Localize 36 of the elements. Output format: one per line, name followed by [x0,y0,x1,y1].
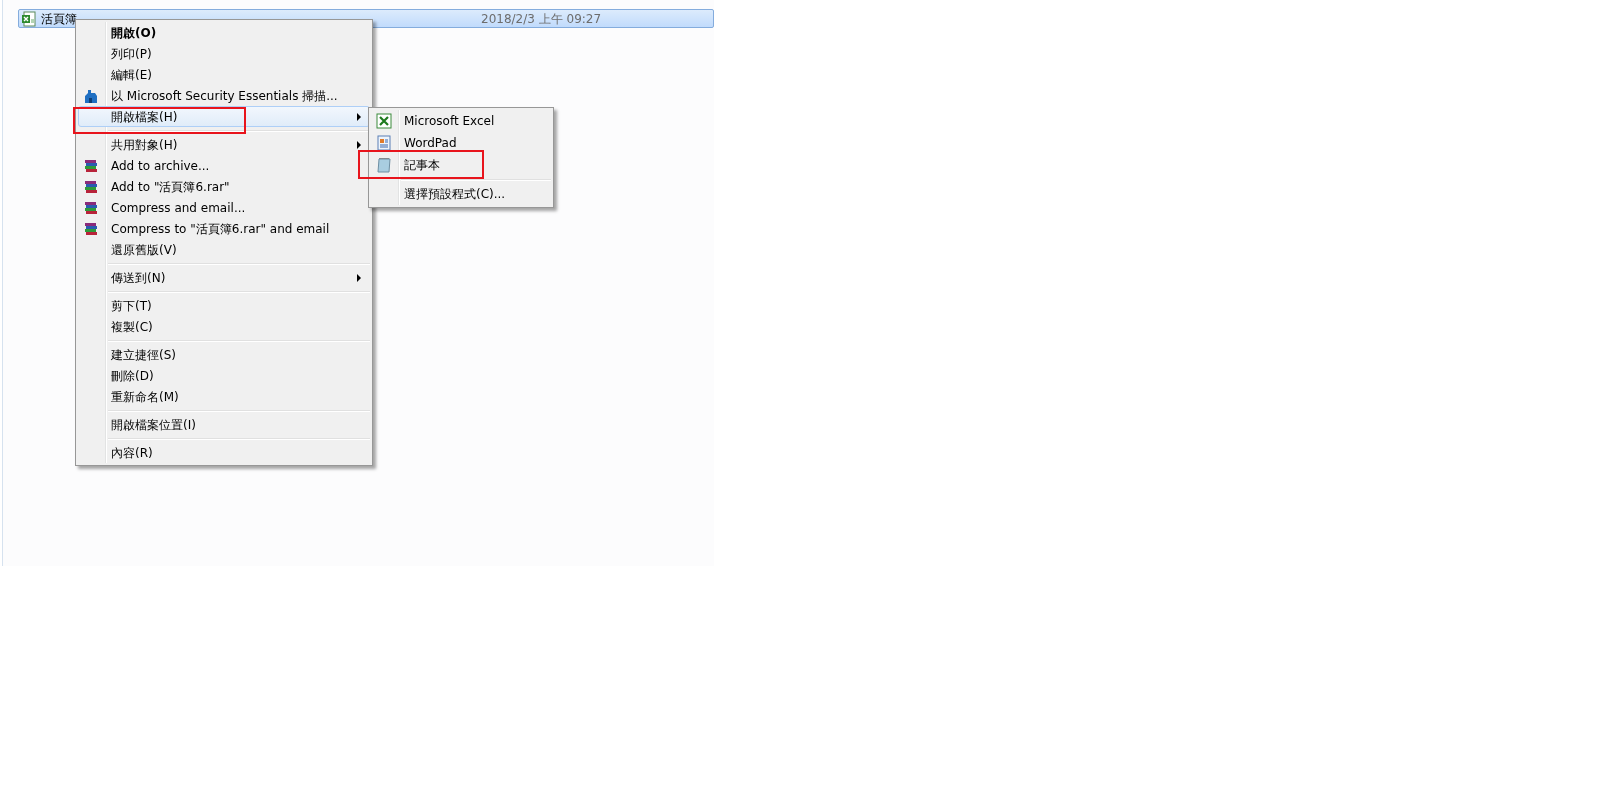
menu-item[interactable]: 以 Microsoft Security Essentials 掃描... [78,85,370,106]
books-icon [83,200,99,216]
modified-date: 2018/2/3 上午 09:27 [481,10,602,28]
menu-item[interactable]: 開啟檔案(H) [78,106,370,127]
menu-item[interactable]: 傳送到(N) [78,267,370,288]
file-name: 活頁簿 [41,10,78,28]
menu-item[interactable]: 記事本 [371,154,551,176]
menu-item[interactable]: 還原舊版(V) [78,239,370,260]
menu-item[interactable]: Compress to "活頁簿6.rar" and email [78,218,370,239]
menu-item[interactable]: Microsoft Excel [371,110,551,132]
menu-item[interactable]: 重新命名(M) [78,386,370,407]
books-icon [83,179,99,195]
menu-item[interactable]: Compress and email... [78,197,370,218]
menu-item[interactable]: WordPad [371,132,551,154]
submenu-arrow-icon [357,274,361,282]
menu-item[interactable]: 列印(P) [78,43,370,64]
menu-item[interactable]: 複製(C) [78,316,370,337]
house-icon [83,88,99,104]
menu-item[interactable]: 剪下(T) [78,295,370,316]
menu-item[interactable]: 內容(R) [78,442,370,463]
menu-item[interactable]: 建立捷徑(S) [78,344,370,365]
document-icon [376,135,392,151]
menu-item[interactable]: 選擇預設程式(C)... [371,183,551,205]
menu-item[interactable]: Add to archive... [78,155,370,176]
menu-item[interactable]: 編輯(E) [78,64,370,85]
books-icon [83,158,99,174]
books-icon [83,221,99,237]
submenu-arrow-icon [357,113,361,121]
menu-item[interactable]: 開啟檔案位置(I) [78,414,370,435]
menu-item[interactable]: 共用對象(H) [78,134,370,155]
menu-item[interactable]: 刪除(D) [78,365,370,386]
menu-item[interactable]: Add to "活頁簿6.rar" [78,176,370,197]
spreadsheet-icon [21,10,37,27]
spreadsheet-icon [376,113,392,129]
submenu-arrow-icon [357,141,361,149]
notepad-icon [376,157,392,173]
